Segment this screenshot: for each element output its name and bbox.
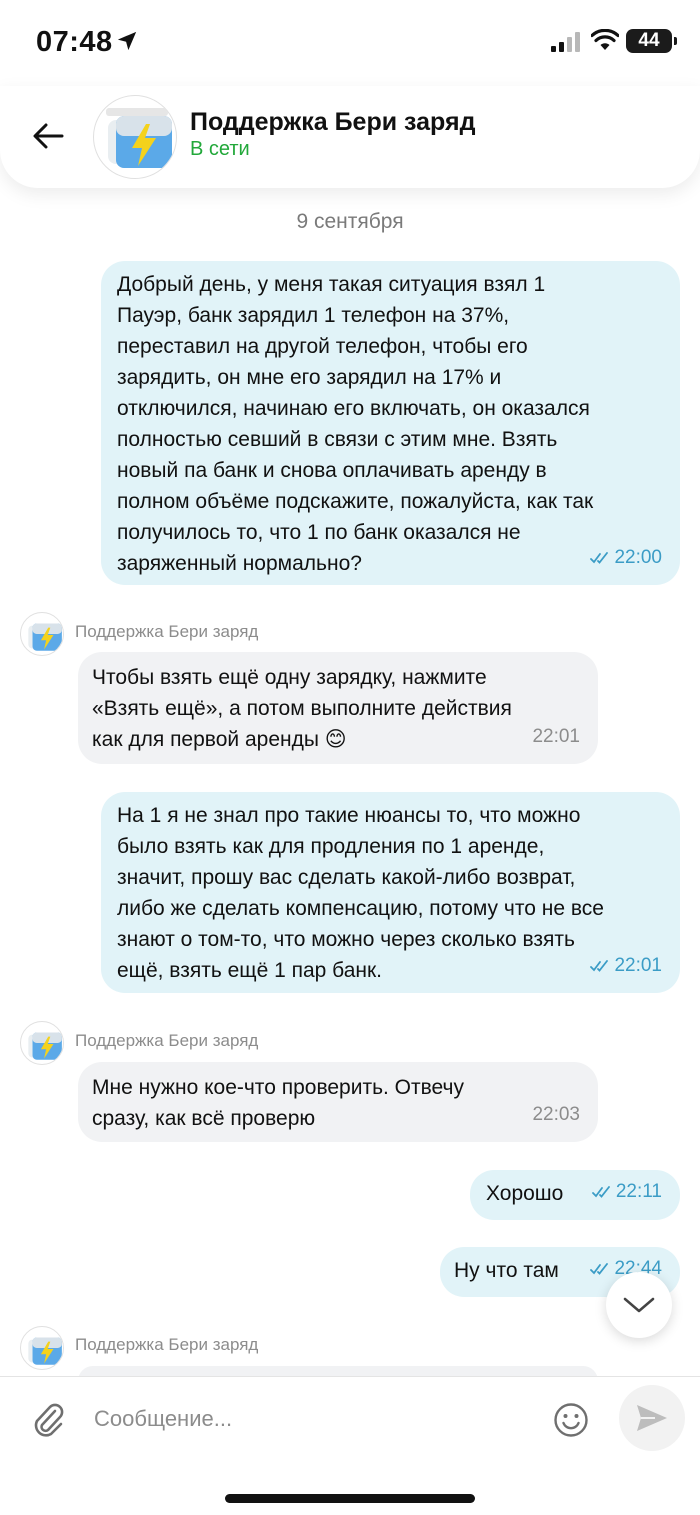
message-line: полностью севший в связи с этим мне. Взя… — [117, 428, 558, 451]
message-time: 22:01 — [532, 726, 580, 747]
message-time: 22:11 — [615, 1181, 662, 1202]
message-line: как для первой аренды 😊 — [92, 728, 347, 751]
battery-bolt-icon — [106, 108, 172, 168]
smiley-icon[interactable] — [553, 1402, 589, 1438]
chevron-down-icon — [623, 1297, 655, 1313]
incoming-message[interactable]: Чтобы взять ещё одну зарядку, нажмите «В… — [78, 652, 598, 764]
sender-avatar[interactable] — [20, 612, 64, 656]
message-line: полном объёме подскажите, пожалуйста, ка… — [117, 490, 594, 513]
message-meta: 22:01 — [590, 950, 662, 981]
sender-name: Поддержка Бери заряд — [75, 1335, 259, 1354]
message-line: знают о том-то, что можно через сколько … — [117, 928, 575, 951]
message-line: заряженный нормально? — [117, 552, 362, 575]
battery-bolt-icon — [28, 1032, 62, 1060]
message-line: ещё, взять ещё 1 пар банк. — [117, 959, 383, 982]
message-line: сразу, как всё проверю — [92, 1107, 316, 1130]
status-time: 07:48 — [36, 26, 113, 58]
avatar[interactable] — [93, 95, 177, 179]
chat-title: Поддержка Бери заряд — [190, 108, 476, 136]
message-line: переставил на другой телефон, чтобы его — [117, 335, 528, 358]
message-time: 22:00 — [614, 547, 662, 568]
location-arrow-icon — [117, 31, 137, 51]
message-line: Добрый день, у меня такая ситуация взял … — [117, 273, 546, 296]
battery-level: 44 — [638, 30, 660, 51]
message-meta: 22:01 — [532, 721, 580, 752]
outgoing-message[interactable]: Хорошо 22:11 — [470, 1170, 680, 1220]
battery-bolt-icon — [28, 623, 62, 651]
cellular-signal-icon — [551, 32, 580, 52]
message-line: отключился, начинаю его включать, он ока… — [117, 397, 590, 420]
wifi-icon — [591, 29, 619, 50]
outgoing-message[interactable]: На 1 я не знал про такие нюансы то, что … — [101, 792, 680, 993]
sender-name: Поддержка Бери заряд — [75, 622, 259, 641]
read-ticks-icon — [591, 1185, 610, 1198]
battery-icon: 44 — [626, 29, 677, 53]
send-button[interactable] — [619, 1385, 685, 1451]
message-line: было взять как для продления по 1 аренде… — [117, 835, 545, 858]
message-line: зарядить, он мне его зарядил на 17% и — [117, 366, 502, 389]
message-composer — [0, 1376, 700, 1515]
battery-bolt-icon — [28, 1337, 62, 1365]
message-meta: 22:00 — [590, 542, 662, 573]
read-ticks-icon — [590, 959, 609, 972]
status-bar: 07:48 44 — [0, 0, 700, 86]
message-line: значит, прошу вас сделать какой-либо воз… — [117, 866, 576, 889]
message-line: либо же сделать компенсацию, потому что … — [117, 897, 604, 920]
message-line: новый па банк и снова оплачивать аренду … — [117, 459, 547, 482]
message-meta: 22:03 — [532, 1099, 580, 1130]
online-status: В сети — [190, 138, 250, 160]
outgoing-message[interactable]: Добрый день, у меня такая ситуация взял … — [101, 261, 680, 585]
sender-name: Поддержка Бери заряд — [75, 1031, 259, 1050]
sender-avatar[interactable] — [20, 1021, 64, 1065]
message-line: Чтобы взять ещё одну зарядку, нажмите — [92, 666, 487, 689]
message-meta: 22:11 — [591, 1176, 662, 1207]
read-ticks-icon — [590, 551, 609, 564]
scroll-down-button[interactable] — [606, 1272, 672, 1338]
date-separator: 9 сентября — [296, 210, 404, 233]
message-line: Мне нужно кое-что проверить. Отвечу — [92, 1076, 464, 1099]
arrow-left-icon — [33, 123, 64, 149]
home-indicator — [225, 1494, 475, 1503]
message-time: 22:01 — [614, 955, 662, 976]
message-line: получилось то, что 1 по банк оказался не — [117, 521, 521, 544]
message-line: «Взять ещё», а потом выполните действия — [92, 697, 512, 720]
read-ticks-icon — [590, 1262, 609, 1275]
incoming-message[interactable]: Мне нужно кое-что проверить. Отвечу сраз… — [78, 1062, 598, 1142]
sender-avatar[interactable] — [20, 1326, 64, 1370]
message-input[interactable] — [94, 1399, 534, 1439]
send-arrow-icon — [637, 1405, 667, 1431]
chat-header: Поддержка Бери заряд В сети — [0, 86, 700, 188]
back-button[interactable] — [26, 114, 70, 158]
paperclip-icon[interactable] — [30, 1399, 66, 1439]
message-line: На 1 я не знал про такие нюансы то, что … — [117, 804, 581, 827]
message-time: 22:03 — [532, 1104, 580, 1125]
message-line: Пауэр, банк зарядил 1 телефон на 37%, — [117, 304, 510, 327]
